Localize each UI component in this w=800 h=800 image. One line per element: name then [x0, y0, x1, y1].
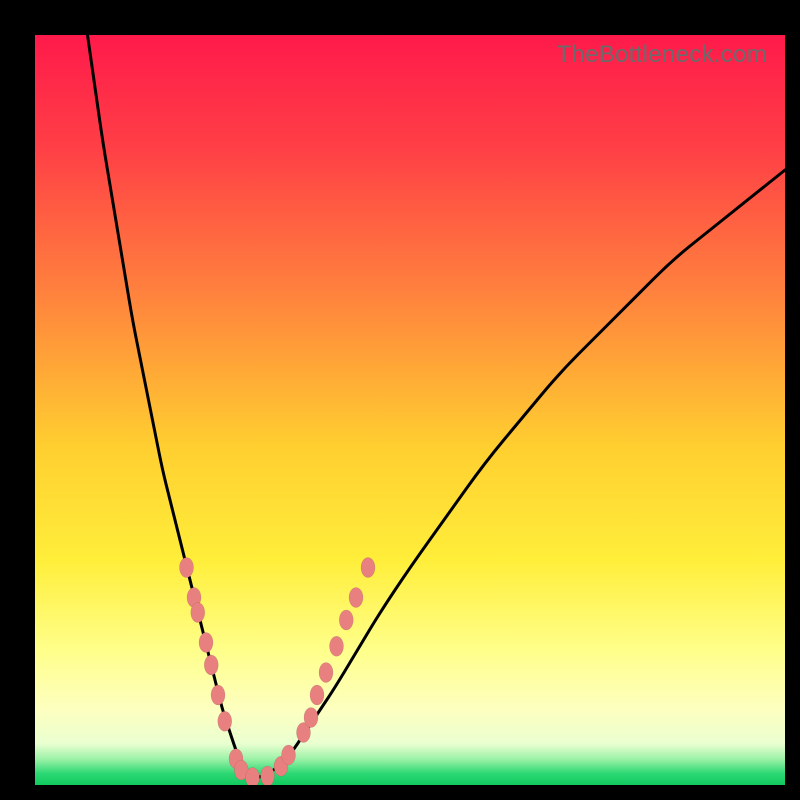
plot-area: TheBottleneck.com — [35, 35, 785, 785]
chart-frame: TheBottleneck.com — [0, 0, 800, 800]
curve-dot — [310, 685, 324, 705]
bottleneck-curve — [88, 35, 786, 778]
curve-dot — [319, 663, 333, 683]
curve-dot — [339, 610, 353, 630]
curve-dot — [246, 768, 260, 786]
curve-dot — [218, 711, 232, 731]
curve-dot — [349, 588, 363, 608]
curve-dot — [304, 708, 318, 728]
curve-layer — [35, 35, 785, 785]
curve-dot — [180, 558, 194, 578]
curve-dot — [282, 745, 296, 765]
curve-dot — [199, 633, 213, 653]
curve-dot — [204, 655, 218, 675]
curve-dot — [361, 558, 375, 578]
curve-dot — [211, 685, 225, 705]
curve-dot — [191, 603, 205, 623]
curve-dot — [330, 636, 344, 656]
curve-dot — [261, 766, 275, 785]
watermark-text: TheBottleneck.com — [556, 41, 767, 69]
